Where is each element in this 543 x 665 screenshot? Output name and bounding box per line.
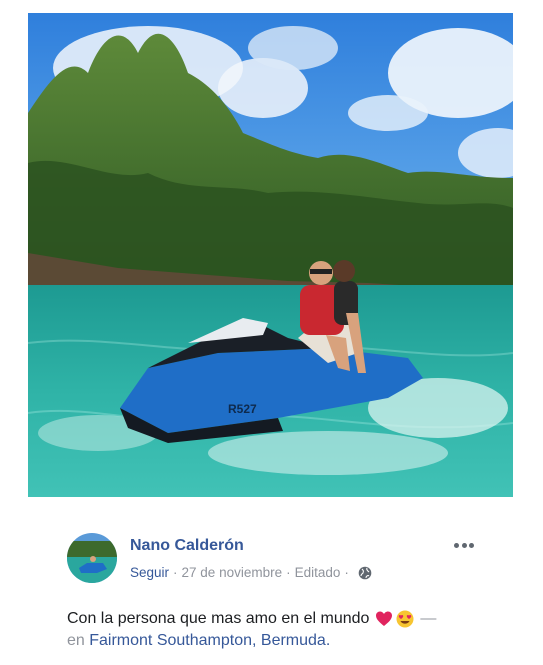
dash: —: [420, 610, 437, 627]
separator: ·: [286, 565, 291, 580]
edited-label[interactable]: Editado: [295, 565, 341, 580]
watercraft-label: R527: [228, 402, 257, 416]
post-header: Nano Calderón Seguir · 27 de noviembre ·…: [67, 533, 477, 585]
follow-link[interactable]: Seguir: [130, 565, 169, 580]
separator: ·: [344, 565, 349, 580]
globe-icon[interactable]: [358, 566, 372, 580]
red-heart-emoji: [375, 610, 393, 628]
location-link[interactable]: Fairmont Southampton, Bermuda.: [89, 632, 330, 649]
dot: [461, 542, 467, 548]
separator: ·: [173, 565, 178, 580]
avatar-image: [67, 533, 117, 583]
dot: [454, 542, 459, 548]
author-name[interactable]: Nano Calderón: [130, 537, 244, 555]
jet-ski-photo-illustration: R527: [28, 13, 513, 497]
dot: [469, 542, 474, 548]
location-prefix: en: [67, 632, 85, 649]
heart-eyes-emoji: [396, 610, 414, 628]
post-meta: Seguir · 27 de noviembre · Editado ·: [130, 565, 372, 580]
avatar[interactable]: [67, 533, 117, 583]
more-options-icon[interactable]: [451, 537, 477, 553]
post-photo[interactable]: R527: [28, 13, 513, 497]
post-date[interactable]: 27 de noviembre: [182, 565, 283, 580]
post-text: Con la persona que mas amo en el mundo —…: [67, 608, 487, 652]
post-message: Con la persona que mas amo en el mundo: [67, 610, 370, 627]
